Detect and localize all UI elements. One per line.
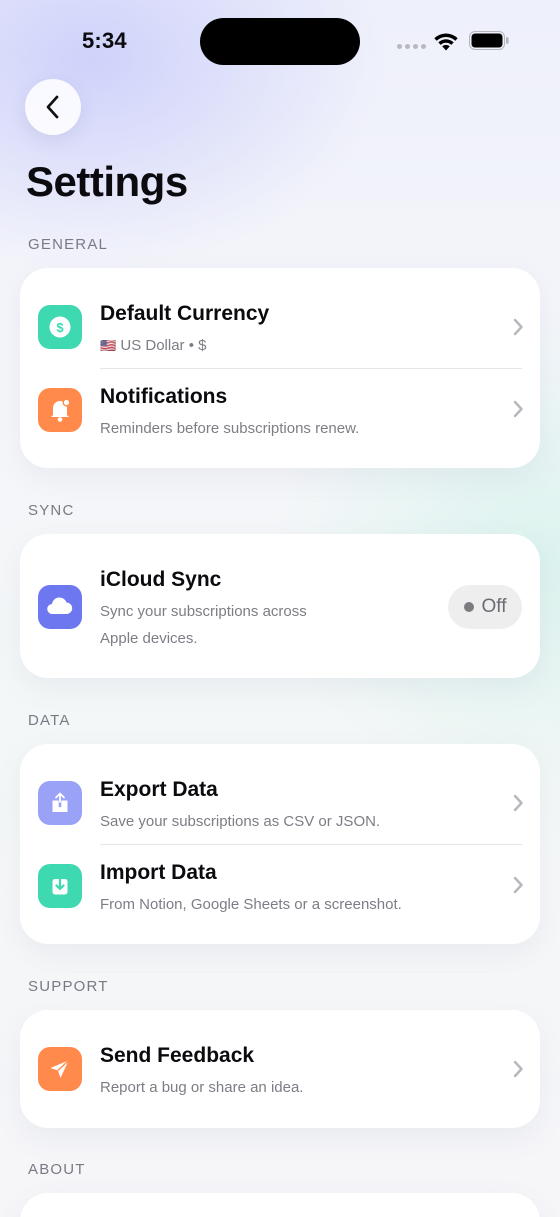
icloud-sync-subtitle-line2: Apple devices. [100,630,198,647]
sync-card: iCloud Sync Sync your subscriptions acro… [20,534,540,678]
status-bar: 5:34 [0,0,560,80]
section-header-data: DATA [28,712,71,729]
currency-value-text: US Dollar • $ [120,337,207,354]
support-card: Send Feedback Report a bug or share an i… [20,1010,540,1128]
toggle-label: Off [481,596,507,617]
section-header-sync: SYNC [28,502,75,519]
chevron-right-icon [513,876,523,894]
send-feedback-row[interactable]: Send Feedback Report a bug or share an i… [20,1010,540,1128]
icloud-sync-toggle[interactable]: Off [448,585,522,629]
cloud-icon [38,585,82,629]
battery-icon [469,31,509,50]
icloud-sync-subtitle-line1: Sync your subscriptions across [100,603,307,620]
export-data-row[interactable]: Export Data Save your subscriptions as C… [20,744,540,844]
page-title: Settings [26,158,188,205]
back-button[interactable] [25,79,81,135]
export-data-title: Export Data [100,778,218,801]
import-icon [38,864,82,908]
toggle-status-dot [463,602,474,612]
send-feedback-title: Send Feedback [100,1044,255,1067]
default-currency-title: Default Currency [100,302,270,325]
dollar-icon: $ [38,305,82,349]
notifications-row[interactable]: Notifications Reminders before subscript… [20,369,540,468]
send-feedback-subtitle: Report a bug or share an idea. [100,1079,304,1096]
status-time: 5:34 [82,28,127,53]
icloud-sync-title: iCloud Sync [100,568,222,591]
paper-plane-icon [38,1047,82,1091]
about-card [20,1193,540,1217]
chevron-right-icon [513,318,523,336]
svg-text:$: $ [56,320,64,335]
export-icon [38,781,82,825]
import-data-row[interactable]: Import Data From Notion, Google Sheets o… [20,845,540,944]
export-data-subtitle: Save your subscriptions as CSV or JSON. [100,813,381,830]
dynamic-island [200,18,360,65]
notifications-title: Notifications [100,385,228,408]
cellular-signal-icon [397,44,426,49]
us-flag-icon: 🇺🇸 [100,338,117,353]
wifi-icon [434,33,458,51]
import-data-title: Import Data [100,861,217,884]
chevron-left-icon [46,95,59,119]
default-currency-value: 🇺🇸 US Dollar • $ [100,332,206,359]
general-card: $ Default Currency 🇺🇸 US Dollar • $ Noti… [20,268,540,468]
default-currency-row[interactable]: $ Default Currency 🇺🇸 US Dollar • $ [20,268,540,368]
section-header-support: SUPPORT [28,978,109,995]
chevron-right-icon [513,794,523,812]
section-header-general: GENERAL [28,236,109,253]
chevron-right-icon [513,400,523,418]
data-card: Export Data Save your subscriptions as C… [20,744,540,944]
import-data-subtitle: From Notion, Google Sheets or a screensh… [100,896,402,913]
icloud-sync-row: iCloud Sync Sync your subscriptions acro… [20,534,540,678]
notifications-subtitle: Reminders before subscriptions renew. [100,420,360,437]
chevron-right-icon [513,1060,523,1078]
bell-icon [38,388,82,432]
section-header-about: ABOUT [28,1161,86,1178]
